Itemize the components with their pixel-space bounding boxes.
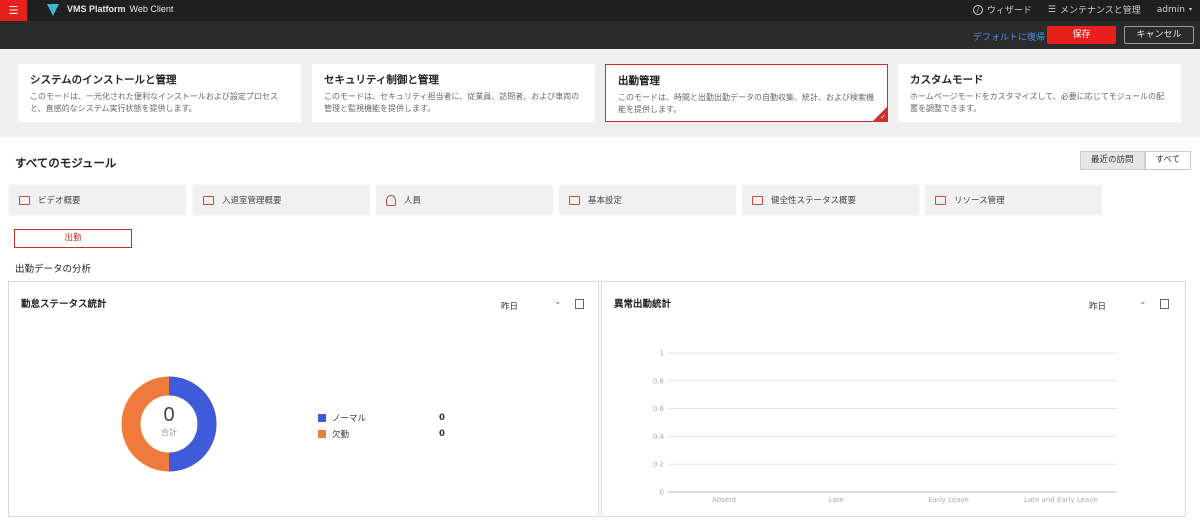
mode-card-security[interactable]: セキュリティ制御と管理 このモードは、セキュリティ担当者に、従業員、訪問者、およ…	[312, 64, 595, 122]
x-tick-label: Early Leave	[928, 496, 969, 504]
x-tick-label: Absent	[712, 496, 737, 504]
app-title: VMS Platform Web Client	[67, 4, 173, 14]
export-icon[interactable]	[575, 299, 584, 309]
module-access-control[interactable]: 入退室管理概要	[193, 185, 370, 215]
module-resource-management[interactable]: リソース管理	[925, 185, 1102, 215]
cancel-button[interactable]: キャンセル	[1124, 26, 1194, 44]
all-modules-button[interactable]: すべて	[1144, 151, 1192, 170]
module-label: 健全性ステータス概要	[771, 196, 857, 206]
maintenance-label: メンテナンスと管理	[1059, 6, 1141, 16]
module-label: 人員	[404, 196, 422, 206]
y-tick-label: 0.4	[653, 433, 665, 441]
y-tick-label: 1	[660, 350, 664, 358]
legend-swatch-normal	[318, 414, 326, 422]
panel-title: 勤怠ステータス統計	[21, 299, 107, 310]
legend-absent: 欠勤 0	[318, 428, 445, 440]
person-icon	[386, 194, 396, 206]
save-button[interactable]: 保存	[1047, 26, 1116, 44]
list-icon: ☰	[1047, 4, 1056, 15]
y-tick-label: 0.2	[653, 461, 664, 469]
legend-value: 0	[439, 429, 445, 439]
mode-title: カスタムモード	[910, 74, 984, 86]
video-icon	[19, 195, 30, 205]
legend-label: 欠勤	[332, 430, 350, 440]
mode-card-custom[interactable]: カスタムモード ホームページモードをカスタマイズして、必要に応じてモジュールの配…	[898, 64, 1181, 122]
mode-title: システムのインストールと管理	[30, 74, 177, 86]
app-subtitle: Web Client	[129, 4, 174, 14]
action-bar: デフォルトに復帰 保存 キャンセル	[0, 21, 1200, 49]
health-icon	[752, 195, 763, 205]
module-label: リソース管理	[954, 196, 1005, 206]
mode-description: このモードは、時間と出勤出勤データの自動収集、統計、および検索機能を提供します。	[618, 93, 874, 114]
module-video-overview[interactable]: ビデオ概要	[9, 185, 186, 215]
x-tick-label: Late	[829, 496, 844, 504]
abnormal-attendance-panel: 異常出勤統計 昨日 ⌄ 0 0.2 0.4 0.6 0.8 1 Absent Late Earl…	[601, 281, 1186, 517]
mode-description: ホームページモードをカスタマイズして、必要に応じてモジュールの配置を調整できます…	[910, 92, 1165, 113]
top-bar: ☰ VMS Platform Web Client / ウィザード ☰ メンテナン…	[0, 0, 1200, 21]
user-menu[interactable]: admin ▾	[1157, 5, 1192, 15]
mode-title: 出勤管理	[618, 75, 660, 87]
period-select[interactable]: 昨日	[501, 300, 518, 312]
mode-title: セキュリティ制御と管理	[324, 74, 439, 86]
modules-section-title: すべてのモジュール	[15, 158, 117, 170]
analysis-title: 出勤データの分析	[15, 264, 92, 275]
mode-description: このモードは、セキュリティ担当者に、従業員、訪問者、および車両の管理と監視機能を…	[324, 92, 580, 113]
user-label: admin	[1156, 4, 1185, 15]
legend-label: ノーマル	[332, 414, 367, 424]
mode-description: このモードは、一元化された便利なインストールおよび設定プロセスと、直感的なシステ…	[30, 92, 278, 113]
y-tick-label: 0.8	[653, 377, 664, 385]
legend-swatch-absent	[318, 430, 326, 438]
tab-attendance[interactable]: 出勤	[14, 229, 132, 248]
abnormal-bar-chart: 0 0.2 0.4 0.6 0.8 1 Absent Late Early Leave Late …	[653, 350, 1117, 504]
maintenance-link[interactable]: ☰ メンテナンスと管理	[1047, 3, 1141, 17]
app-name: VMS Platform	[67, 4, 126, 14]
legend-value: 0	[439, 413, 445, 423]
module-label: 入退室管理概要	[222, 196, 282, 206]
x-tick-label: Late and Early Leave	[1024, 496, 1098, 504]
attendance-status-panel: 勤怠ステータス統計 昨日 ⌄ 0 合計 ノーマル 0 欠勤 0	[8, 281, 599, 517]
hamburger-icon[interactable]: ☰	[0, 0, 27, 21]
module-personnel[interactable]: 人員	[376, 185, 553, 215]
mode-card-installation[interactable]: システムのインストールと管理 このモードは、一元化された便利なインストールおよび…	[18, 64, 301, 122]
legend-normal: ノーマル 0	[318, 412, 445, 424]
module-label: ビデオ概要	[38, 196, 81, 206]
checkmark-icon: ✓	[880, 113, 886, 121]
total-label: 合計	[161, 428, 177, 437]
recent-visits-button[interactable]: 最近の訪問	[1080, 151, 1145, 170]
y-tick-label: 0	[660, 489, 664, 497]
y-tick-label: 0.6	[653, 405, 665, 413]
wizard-link[interactable]: / ウィザード	[972, 3, 1032, 16]
restore-default-link[interactable]: デフォルトに復帰	[973, 30, 1045, 43]
main-content: すべてのモジュール 最近の訪問 すべて ビデオ概要 入退室管理概要 人員 基本設…	[0, 137, 1200, 528]
donut-center: 0 合計	[119, 404, 219, 438]
module-health-status[interactable]: 健全性ステータス概要	[742, 185, 919, 215]
module-basic-settings[interactable]: 基本設定	[559, 185, 736, 215]
wizard-icon: /	[972, 4, 983, 15]
module-label: 基本設定	[588, 196, 623, 206]
vms-logo-icon	[47, 4, 59, 16]
access-control-icon	[203, 195, 214, 205]
total-value: 0	[163, 404, 175, 426]
chevron-down-icon[interactable]: ⌄	[554, 297, 562, 307]
mode-card-attendance[interactable]: 出勤管理 このモードは、時間と出勤出勤データの自動収集、統計、および検索機能を提…	[605, 64, 888, 122]
settings-icon	[569, 195, 580, 205]
module-filter-toggle: 最近の訪問 すべて	[1080, 151, 1192, 170]
caret-down-icon: ▾	[1188, 6, 1192, 13]
mode-selector: システムのインストールと管理 このモードは、一元化された便利なインストールおよび…	[0, 49, 1200, 186]
wizard-label: ウィザード	[986, 6, 1032, 16]
resource-icon	[935, 195, 946, 205]
